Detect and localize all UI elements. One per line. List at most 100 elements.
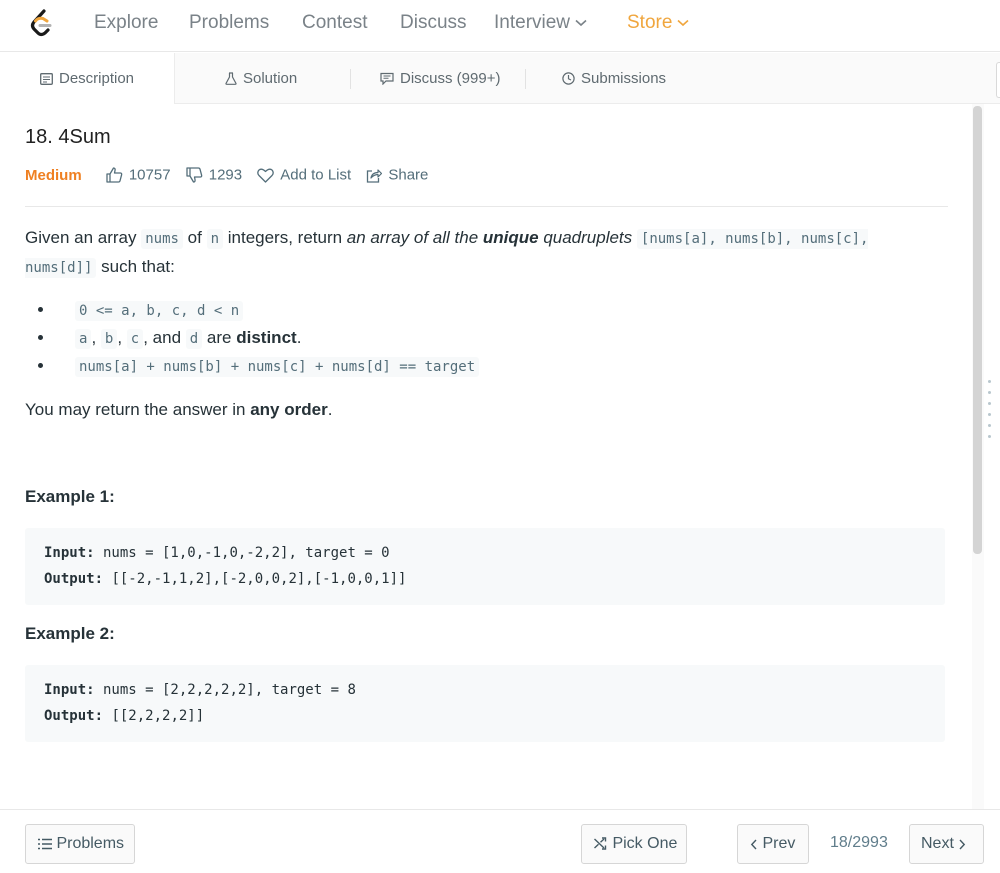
- description-icon: [40, 73, 53, 85]
- inline-code: n: [206, 229, 224, 249]
- problem-tabs: Description Solution Discuss (999+) Subm…: [0, 53, 1000, 105]
- next-button[interactable]: Next: [909, 824, 984, 864]
- text: of: [182, 228, 207, 247]
- dislike-button[interactable]: 1293: [186, 166, 242, 184]
- dislikes-count: 1293: [208, 166, 243, 184]
- shuffle-icon: [594, 837, 607, 850]
- heart-icon: [257, 168, 275, 183]
- top-nav: Explore Problems Contest Discuss Intervi…: [0, 0, 1000, 52]
- like-button[interactable]: 10757: [106, 166, 171, 184]
- output-label: Output:: [44, 708, 104, 724]
- list-item: nums[a] + nums[b] + nums[c] + nums[d] ==…: [55, 352, 480, 380]
- example-title: Example 1:: [25, 487, 115, 506]
- tab-solution[interactable]: Solution: [225, 53, 297, 104]
- tab-discuss[interactable]: Discuss (999+): [380, 53, 500, 104]
- emphasis-text: quadruplets: [538, 228, 637, 247]
- add-to-list-button[interactable]: Add to List: [257, 166, 351, 184]
- thumbs-down-icon: [186, 167, 203, 183]
- example-input-line: Input: nums = [1,0,-1,0,-2,2], target = …: [44, 540, 926, 566]
- strong-text: distinct: [236, 328, 297, 347]
- example-input: nums = [1,0,-1,0,-2,2], target = 0: [94, 545, 390, 561]
- pick-one-label: Pick One: [612, 835, 678, 852]
- nav-store[interactable]: Store: [627, 11, 689, 35]
- list-item: 0 <= a, b, c, d < n: [55, 296, 479, 324]
- pick-one-button[interactable]: Pick One: [581, 824, 687, 864]
- emphasis-text: an array of all the: [346, 228, 483, 247]
- text: Given an array: [25, 228, 142, 247]
- tab-description[interactable]: Description: [0, 53, 175, 105]
- problem-meta: Medium 10757 1293 Add to List Share: [25, 166, 439, 188]
- next-label: Next: [921, 835, 954, 852]
- emphasis-strong: unique: [482, 228, 539, 247]
- example-output: [[2,2,2,2]]: [103, 708, 205, 724]
- example-input: nums = [2,2,2,2,2], target = 8: [94, 682, 356, 698]
- tab-divider: [350, 69, 351, 89]
- tab-discuss-label: Discuss (999+): [400, 70, 501, 87]
- text: integers, return: [223, 228, 347, 247]
- add-to-list-label: Add to List: [280, 166, 352, 184]
- strong-text: any order: [250, 400, 328, 419]
- nav-interview[interactable]: Interview: [494, 11, 587, 35]
- example-block: Input: nums = [2,2,2,2,2], target = 8 Ou…: [25, 665, 945, 742]
- input-label: Input:: [44, 545, 95, 561]
- tab-divider: [525, 69, 526, 89]
- input-label: Input:: [44, 682, 95, 698]
- inline-code: 0 <= a, b, c, d < n: [75, 301, 244, 321]
- share-button[interactable]: Share: [366, 166, 428, 184]
- nav-explore[interactable]: Explore: [94, 11, 158, 35]
- nav-interview-label: Interview: [494, 12, 571, 33]
- inline-code: d: [185, 329, 203, 349]
- inline-code: b: [100, 329, 118, 349]
- problems-button-label: Problems: [56, 835, 125, 852]
- bottom-bar: Problems Pick One Prev 18/2993 Next: [0, 809, 1000, 873]
- problem-title: 18. 4Sum: [25, 126, 111, 148]
- chevron-down-icon: [677, 19, 689, 27]
- side-panel-handle[interactable]: [996, 62, 1000, 98]
- chevron-down-icon: [575, 19, 587, 27]
- example-block: Input: nums = [1,0,-1,0,-2,2], target = …: [25, 528, 945, 605]
- share-label: Share: [388, 166, 429, 184]
- example-output-line: Output: [[-2,-1,1,2],[-2,0,0,2],[-1,0,0,…: [44, 566, 926, 592]
- example-title: Example 2:: [25, 624, 115, 643]
- divider: [25, 206, 948, 207]
- scrollbar-thumb[interactable]: [973, 106, 982, 554]
- constraints-list: 0 <= a, b, c, d < n a, b, c, and d are d…: [55, 296, 480, 380]
- tab-submissions[interactable]: Submissions: [562, 53, 666, 104]
- prev-button[interactable]: Prev: [737, 824, 809, 864]
- nav-problems[interactable]: Problems: [189, 11, 269, 35]
- text: , and: [143, 328, 186, 347]
- prev-label: Prev: [762, 835, 796, 852]
- description-paragraph: Given an array nums of n integers, retur…: [25, 224, 935, 282]
- problem-counter: 18/2993: [830, 834, 888, 851]
- inline-code: nums: [141, 229, 183, 249]
- share-icon: [367, 169, 383, 183]
- inline-code: a: [75, 329, 92, 349]
- resize-handle[interactable]: [988, 380, 991, 438]
- example-input-line: Input: nums = [2,2,2,2,2], target = 8: [44, 677, 926, 703]
- clock-icon: [562, 72, 575, 85]
- tab-description-label: Description: [58, 70, 135, 87]
- problems-list-button[interactable]: Problems: [25, 824, 135, 864]
- nav-contest[interactable]: Contest: [302, 11, 367, 35]
- description-paragraph: You may return the answer in any order.: [25, 396, 332, 423]
- text: .: [327, 400, 333, 419]
- list-item: a, b, c, and d are distinct.: [55, 324, 479, 352]
- flask-icon: [225, 72, 237, 85]
- comment-icon: [380, 72, 394, 86]
- tab-solution-label: Solution: [243, 70, 298, 87]
- thumbs-up-icon: [106, 167, 123, 183]
- output-label: Output:: [44, 571, 104, 587]
- nav-store-label: Store: [627, 12, 673, 33]
- text: such that:: [96, 257, 175, 276]
- example-output-line: Output: [[2,2,2,2]]: [44, 703, 926, 729]
- inline-code: c: [126, 329, 144, 349]
- list-icon: [38, 838, 52, 850]
- leetcode-logo-icon[interactable]: [27, 8, 57, 38]
- inline-code: nums[a] + nums[b] + nums[c] + nums[d] ==…: [75, 357, 480, 377]
- text: are: [202, 328, 237, 347]
- example-output: [[-2,-1,1,2],[-2,0,0,2],[-1,0,0,1]]: [103, 571, 407, 587]
- chevron-right-icon: [959, 839, 966, 850]
- likes-count: 10757: [128, 166, 171, 184]
- nav-discuss[interactable]: Discuss: [400, 11, 467, 35]
- difficulty-badge: Medium: [25, 166, 82, 184]
